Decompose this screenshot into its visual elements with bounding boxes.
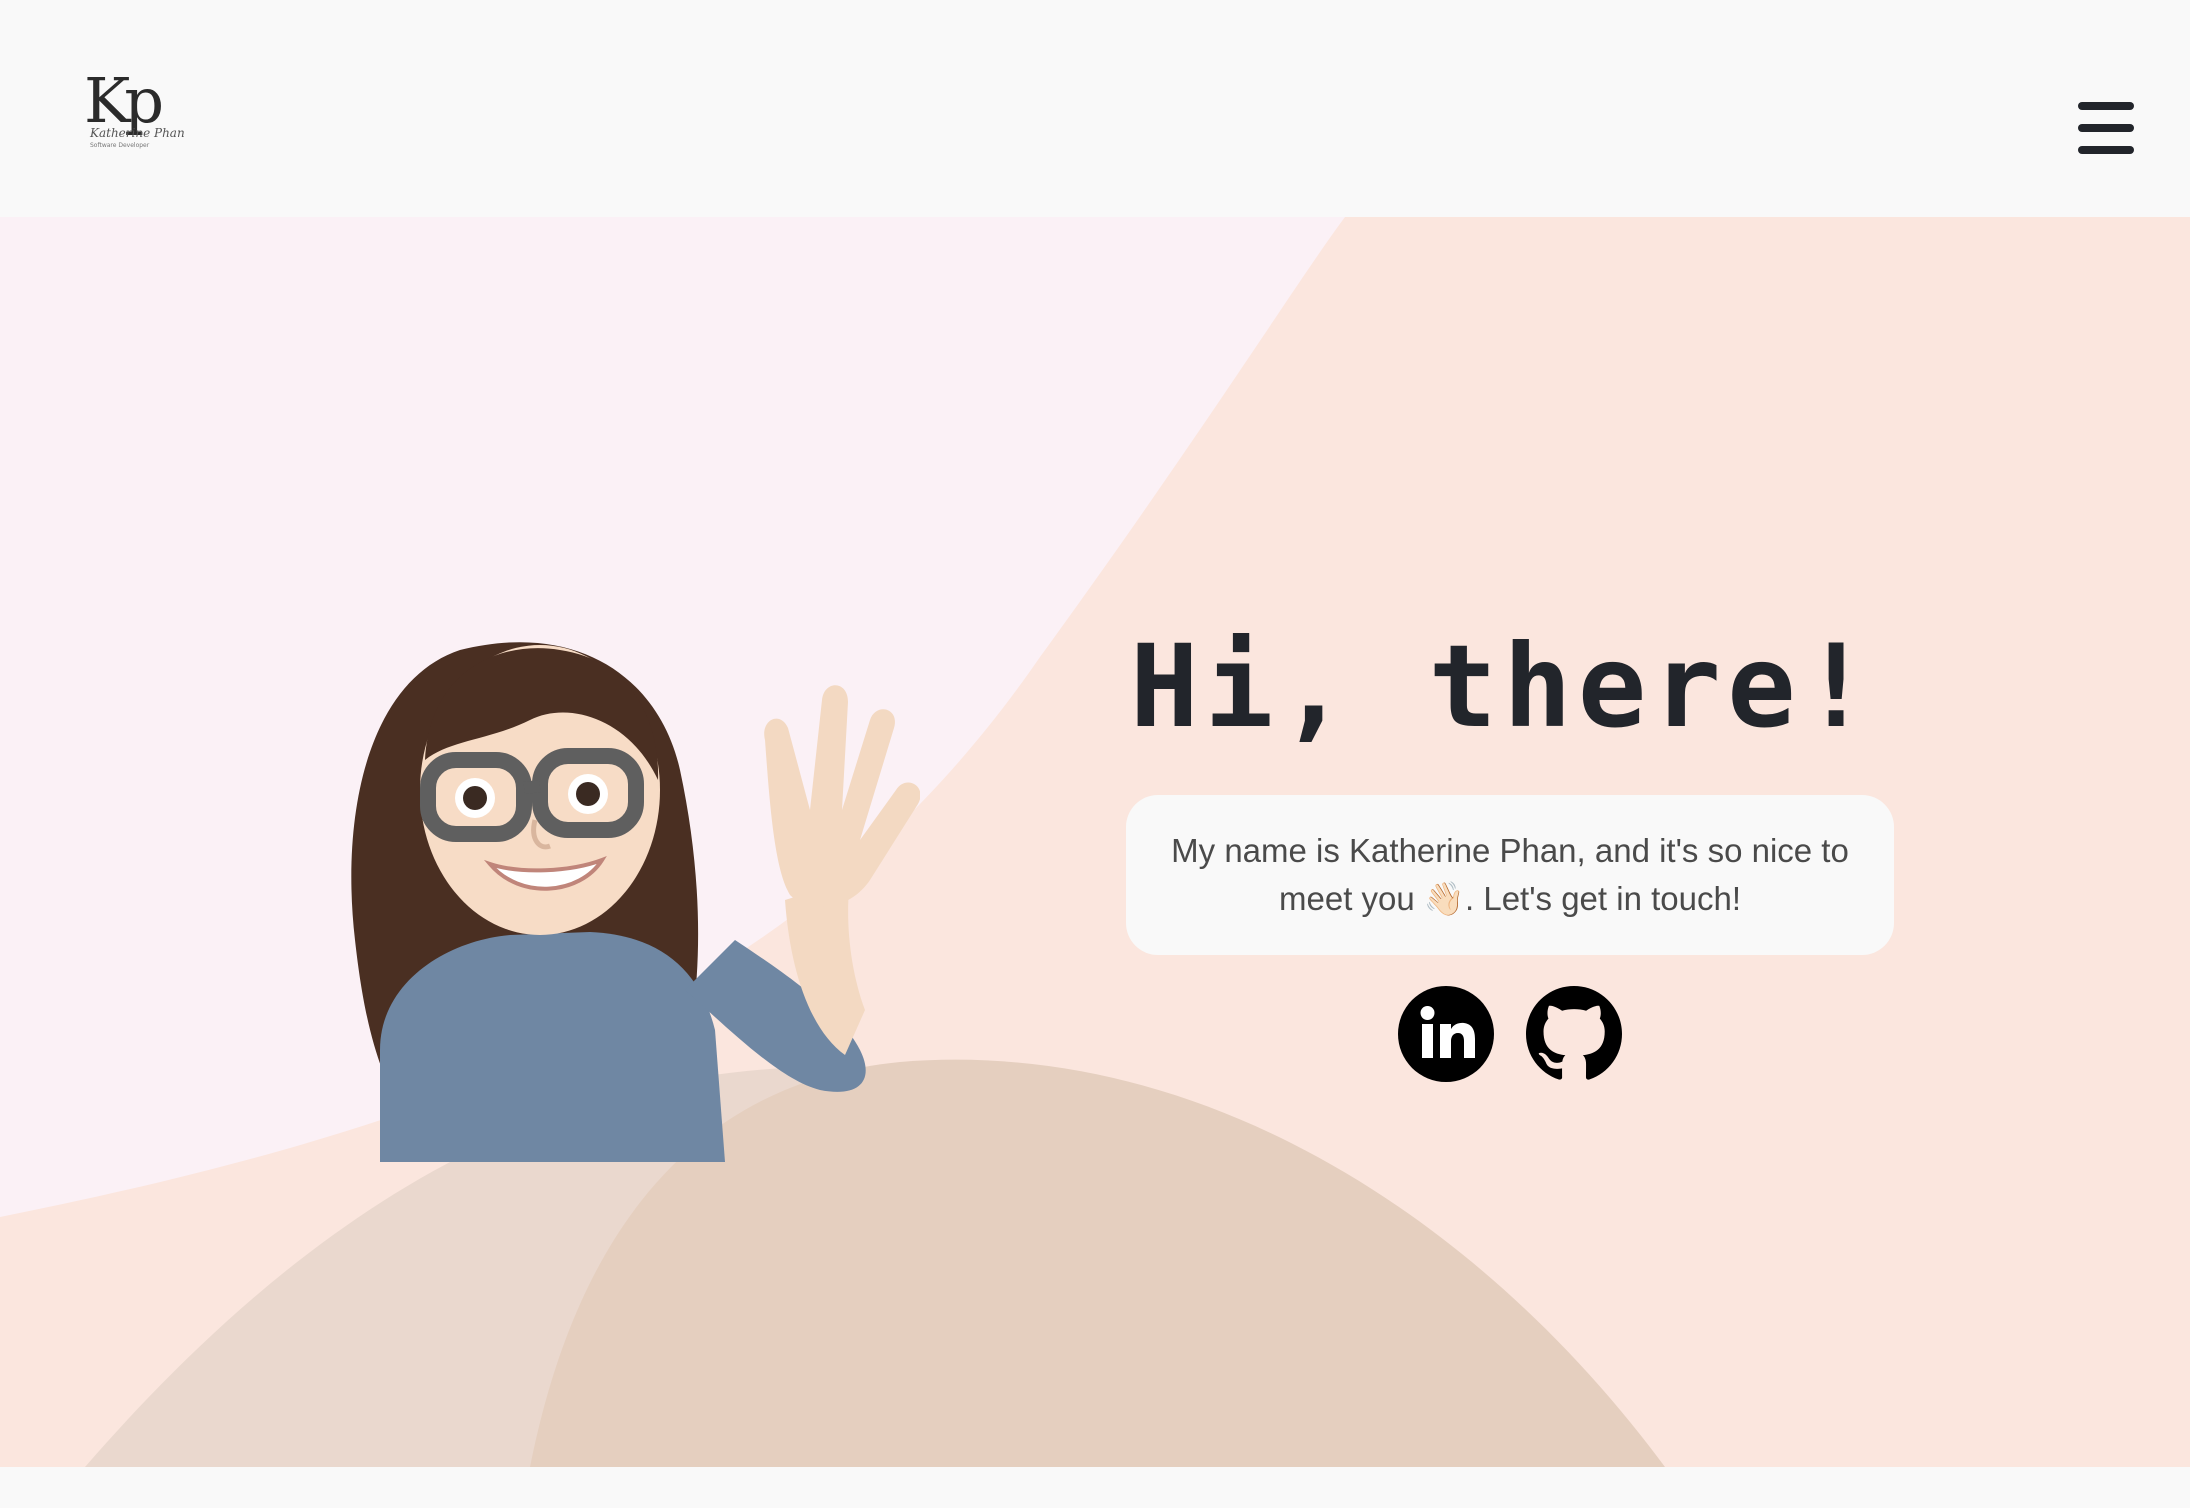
linkedin-link[interactable]	[1398, 986, 1494, 1082]
footer-strip	[0, 1467, 2190, 1508]
intro-text: My name is Katherine Phan, and it's so n…	[1171, 832, 1849, 917]
site-logo[interactable]: Kp Katherine Phan Software Developer	[84, 70, 194, 162]
waving-memoji-avatar	[351, 642, 920, 1162]
hamburger-menu-icon[interactable]	[2074, 100, 2134, 156]
logo-monogram: Kp	[84, 64, 164, 137]
greeting-heading: Hi, there!	[1130, 620, 1877, 753]
github-icon	[1526, 986, 1622, 1080]
logo-tagline: Software Developer	[90, 142, 150, 149]
intro-card: My name is Katherine Phan, and it's so n…	[1126, 795, 1894, 955]
logo-signature: Katherine Phan	[90, 126, 185, 140]
github-link[interactable]	[1526, 986, 1622, 1082]
linkedin-icon	[1398, 986, 1494, 1082]
site-header: Kp Katherine Phan Software Developer	[0, 0, 2190, 217]
